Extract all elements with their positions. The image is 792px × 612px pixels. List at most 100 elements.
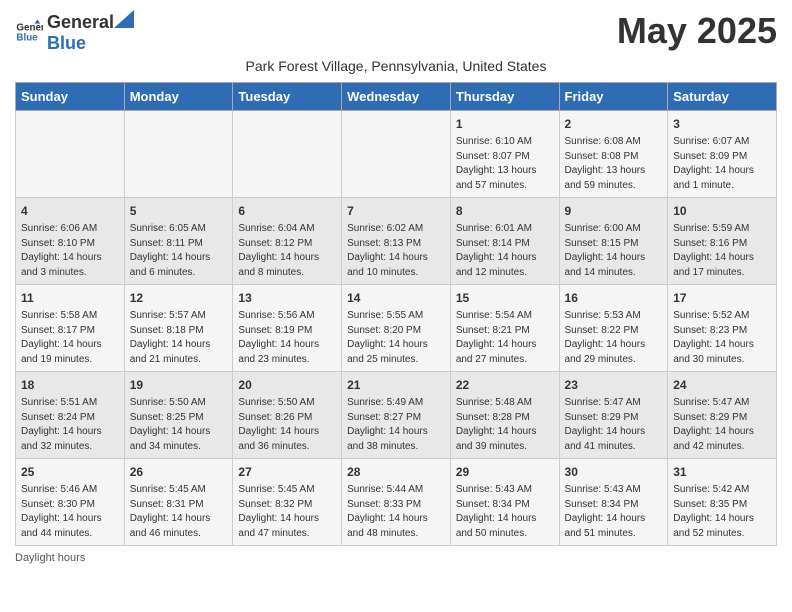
day-info: Sunrise: 5:51 AMSunset: 8:24 PMDaylight:… bbox=[21, 396, 119, 454]
day-number: 1 bbox=[456, 115, 554, 133]
day-number: 20 bbox=[238, 376, 336, 394]
day-info: Sunrise: 6:02 AMSunset: 8:13 PMDaylight:… bbox=[347, 222, 445, 280]
day-info: Sunrise: 5:47 AMSunset: 8:29 PMDaylight:… bbox=[673, 396, 771, 454]
calendar-cell: 3 Sunrise: 6:07 AMSunset: 8:09 PMDaylight… bbox=[668, 111, 777, 198]
calendar-cell: 25 Sunrise: 5:46 AMSunset: 8:30 PMDayligh… bbox=[16, 459, 125, 546]
calendar-cell: 21Sunrise: 5:49 AMSunset: 8:27 PMDayligh… bbox=[342, 372, 451, 459]
day-number: 21 bbox=[347, 376, 445, 394]
day-info: Sunrise: 6:05 AMSunset: 8:11 PMDaylight:… bbox=[130, 222, 228, 280]
calendar-cell: 2 Sunrise: 6:08 AMSunset: 8:08 PMDaylight… bbox=[559, 111, 668, 198]
day-info: Sunrise: 6:06 AMSunset: 8:10 PMDaylight:… bbox=[21, 222, 119, 280]
day-info: Sunrise: 5:59 AMSunset: 8:16 PMDaylight:… bbox=[673, 222, 771, 280]
day-number: 29 bbox=[456, 463, 554, 481]
day-info: Sunrise: 6:08 AMSunset: 8:08 PMDaylight:… bbox=[565, 135, 663, 193]
day-header-sunday: Sunday bbox=[16, 83, 125, 111]
day-number: 16 bbox=[565, 289, 663, 307]
day-info: Sunrise: 5:46 AMSunset: 8:30 PMDaylight:… bbox=[21, 483, 119, 541]
day-number: 24 bbox=[673, 376, 771, 394]
calendar-week-row: 18Sunrise: 5:51 AMSunset: 8:24 PMDayligh… bbox=[16, 372, 777, 459]
calendar-cell: 13 Sunrise: 5:56 AMSunset: 8:19 PMDayligh… bbox=[233, 285, 342, 372]
day-info: Sunrise: 5:56 AMSunset: 8:19 PMDaylight:… bbox=[238, 309, 336, 367]
day-number: 13 bbox=[238, 289, 336, 307]
calendar-cell: 8 Sunrise: 6:01 AMSunset: 8:14 PMDaylight… bbox=[450, 198, 559, 285]
day-header-monday: Monday bbox=[124, 83, 233, 111]
day-info: Sunrise: 5:43 AMSunset: 8:34 PMDaylight:… bbox=[456, 483, 554, 541]
calendar-header-row: SundayMondayTuesdayWednesdayThursdayFrid… bbox=[16, 83, 777, 111]
day-info: Sunrise: 6:10 AMSunset: 8:07 PMDaylight:… bbox=[456, 135, 554, 193]
calendar-cell: 29 Sunrise: 5:43 AMSunset: 8:34 PMDayligh… bbox=[450, 459, 559, 546]
calendar-cell bbox=[124, 111, 233, 198]
calendar-cell bbox=[342, 111, 451, 198]
day-number: 10 bbox=[673, 202, 771, 220]
day-header-wednesday: Wednesday bbox=[342, 83, 451, 111]
day-number: 23 bbox=[565, 376, 663, 394]
day-header-saturday: Saturday bbox=[668, 83, 777, 111]
day-info: Sunrise: 5:47 AMSunset: 8:29 PMDaylight:… bbox=[565, 396, 663, 454]
day-number: 14 bbox=[347, 289, 445, 307]
calendar-cell: 26 Sunrise: 5:45 AMSunset: 8:31 PMDayligh… bbox=[124, 459, 233, 546]
day-number: 3 bbox=[673, 115, 771, 133]
day-number: 8 bbox=[456, 202, 554, 220]
day-number: 5 bbox=[130, 202, 228, 220]
footer-note: Daylight hours bbox=[15, 552, 777, 564]
calendar-cell: 17Sunrise: 5:52 AMSunset: 8:23 PMDayligh… bbox=[668, 285, 777, 372]
calendar-cell: 6 Sunrise: 6:04 AMSunset: 8:12 PMDaylight… bbox=[233, 198, 342, 285]
day-info: Sunrise: 6:04 AMSunset: 8:12 PMDaylight:… bbox=[238, 222, 336, 280]
day-info: Sunrise: 5:55 AMSunset: 8:20 PMDaylight:… bbox=[347, 309, 445, 367]
calendar-cell: 31Sunrise: 5:42 AMSunset: 8:35 PMDayligh… bbox=[668, 459, 777, 546]
day-info: Sunrise: 6:07 AMSunset: 8:09 PMDaylight:… bbox=[673, 135, 771, 193]
day-number: 9 bbox=[565, 202, 663, 220]
calendar-cell: 9 Sunrise: 6:00 AMSunset: 8:15 PMDaylight… bbox=[559, 198, 668, 285]
day-number: 6 bbox=[238, 202, 336, 220]
day-info: Sunrise: 5:58 AMSunset: 8:17 PMDaylight:… bbox=[21, 309, 119, 367]
calendar-cell: 15Sunrise: 5:54 AMSunset: 8:21 PMDayligh… bbox=[450, 285, 559, 372]
logo-icon: General Blue bbox=[15, 18, 43, 46]
calendar-cell: 18Sunrise: 5:51 AMSunset: 8:24 PMDayligh… bbox=[16, 372, 125, 459]
calendar-table: SundayMondayTuesdayWednesdayThursdayFrid… bbox=[15, 82, 777, 546]
day-info: Sunrise: 5:44 AMSunset: 8:33 PMDaylight:… bbox=[347, 483, 445, 541]
calendar-cell: 5 Sunrise: 6:05 AMSunset: 8:11 PMDaylight… bbox=[124, 198, 233, 285]
calendar-cell: 24 Sunrise: 5:47 AMSunset: 8:29 PMDayligh… bbox=[668, 372, 777, 459]
day-info: Sunrise: 5:53 AMSunset: 8:22 PMDaylight:… bbox=[565, 309, 663, 367]
calendar-cell: 12Sunrise: 5:57 AMSunset: 8:18 PMDayligh… bbox=[124, 285, 233, 372]
logo-blue-text: Blue bbox=[47, 33, 86, 53]
calendar-cell: 4 Sunrise: 6:06 AMSunset: 8:10 PMDaylight… bbox=[16, 198, 125, 285]
calendar-cell: 19Sunrise: 5:50 AMSunset: 8:25 PMDayligh… bbox=[124, 372, 233, 459]
day-number: 12 bbox=[130, 289, 228, 307]
logo-triangle-icon bbox=[114, 10, 134, 28]
calendar-week-row: 11 Sunrise: 5:58 AMSunset: 8:17 PMDayligh… bbox=[16, 285, 777, 372]
day-info: Sunrise: 6:00 AMSunset: 8:15 PMDaylight:… bbox=[565, 222, 663, 280]
day-number: 31 bbox=[673, 463, 771, 481]
day-number: 27 bbox=[238, 463, 336, 481]
day-number: 25 bbox=[21, 463, 119, 481]
calendar-cell bbox=[16, 111, 125, 198]
calendar-cell: 22Sunrise: 5:48 AMSunset: 8:28 PMDayligh… bbox=[450, 372, 559, 459]
day-info: Sunrise: 5:45 AMSunset: 8:32 PMDaylight:… bbox=[238, 483, 336, 541]
day-info: Sunrise: 6:01 AMSunset: 8:14 PMDaylight:… bbox=[456, 222, 554, 280]
header: General Blue General Blue May 2025 bbox=[15, 10, 777, 54]
calendar-cell: 20 Sunrise: 5:50 AMSunset: 8:26 PMDayligh… bbox=[233, 372, 342, 459]
calendar-cell: 27 Sunrise: 5:45 AMSunset: 8:32 PMDayligh… bbox=[233, 459, 342, 546]
day-number: 30 bbox=[565, 463, 663, 481]
day-info: Sunrise: 5:50 AMSunset: 8:25 PMDaylight:… bbox=[130, 396, 228, 454]
day-header-tuesday: Tuesday bbox=[233, 83, 342, 111]
calendar-cell: 30 Sunrise: 5:43 AMSunset: 8:34 PMDayligh… bbox=[559, 459, 668, 546]
day-info: Sunrise: 5:43 AMSunset: 8:34 PMDaylight:… bbox=[565, 483, 663, 541]
day-number: 4 bbox=[21, 202, 119, 220]
calendar-cell: 23 Sunrise: 5:47 AMSunset: 8:29 PMDayligh… bbox=[559, 372, 668, 459]
day-number: 2 bbox=[565, 115, 663, 133]
day-number: 28 bbox=[347, 463, 445, 481]
calendar-cell: 11 Sunrise: 5:58 AMSunset: 8:17 PMDayligh… bbox=[16, 285, 125, 372]
calendar-cell: 28 Sunrise: 5:44 AMSunset: 8:33 PMDayligh… bbox=[342, 459, 451, 546]
day-info: Sunrise: 5:45 AMSunset: 8:31 PMDaylight:… bbox=[130, 483, 228, 541]
calendar-cell: 1 Sunrise: 6:10 AMSunset: 8:07 PMDaylight… bbox=[450, 111, 559, 198]
logo: General Blue General Blue bbox=[15, 10, 134, 54]
svg-text:Blue: Blue bbox=[16, 32, 38, 43]
calendar-cell: 16 Sunrise: 5:53 AMSunset: 8:22 PMDayligh… bbox=[559, 285, 668, 372]
calendar-cell: 7Sunrise: 6:02 AMSunset: 8:13 PMDaylight… bbox=[342, 198, 451, 285]
day-info: Sunrise: 5:50 AMSunset: 8:26 PMDaylight:… bbox=[238, 396, 336, 454]
calendar-cell: 14 Sunrise: 5:55 AMSunset: 8:20 PMDayligh… bbox=[342, 285, 451, 372]
day-number: 22 bbox=[456, 376, 554, 394]
day-number: 26 bbox=[130, 463, 228, 481]
day-number: 11 bbox=[21, 289, 119, 307]
